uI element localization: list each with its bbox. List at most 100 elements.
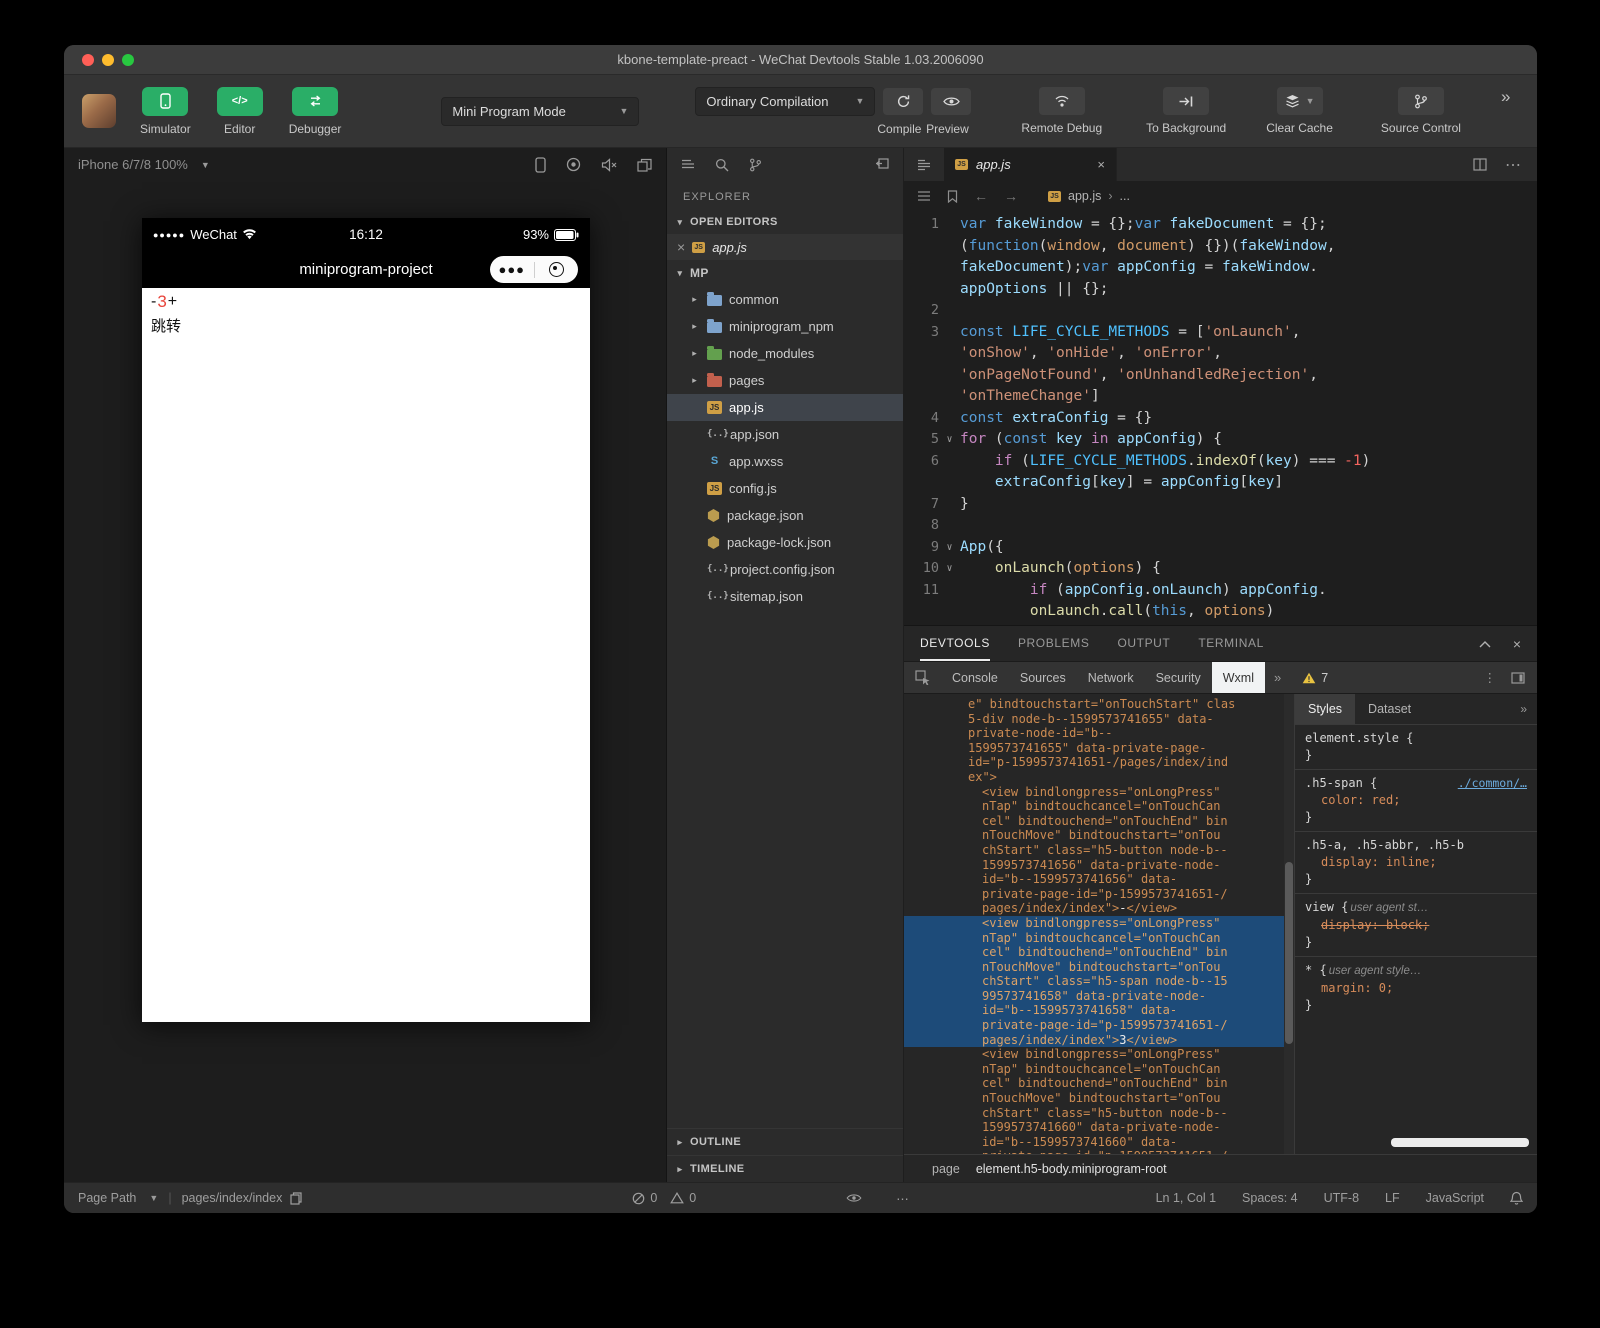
bookmark-icon[interactable] [947,190,958,203]
outline-section[interactable]: ▸ OUTLINE [667,1128,903,1155]
wxml-line[interactable]: chStart" class="h5-span node-b--15 [904,974,1284,989]
more-style-tabs-icon[interactable]: » [1520,694,1537,724]
chrome-tab-network[interactable]: Network [1077,662,1145,693]
compilation-dropdown[interactable]: Ordinary Compilation ▼ [695,87,875,116]
styles-horizontal-scrollbar[interactable] [1391,1138,1529,1147]
close-tab-icon[interactable]: × [1097,157,1105,172]
more-actions-icon[interactable]: ⋯ [1505,155,1521,175]
status-more-icon[interactable]: ⋯ [896,1191,909,1206]
wxml-line[interactable]: <view bindlongpress="onLongPress" [904,916,1284,931]
tree-item-node_modules[interactable]: ▸node_modules [667,340,903,367]
wxml-line[interactable]: <view bindlongpress="onLongPress" [904,785,1284,800]
warning-badge[interactable]: 7 [1302,662,1328,693]
clear-cache-button[interactable]: ▼ Clear Cache [1266,87,1333,135]
jump-link[interactable]: 跳转 [151,315,581,336]
close-icon[interactable]: × [677,239,685,255]
tree-item-app.json[interactable]: {..}app.json [667,421,903,448]
wxml-line[interactable]: private-node-id="b-- [904,726,1284,741]
problems-indicator[interactable]: 0 0 [632,1191,696,1205]
page-path-selector[interactable]: Page Path ▼ [78,1191,158,1205]
tree-item-package.json[interactable]: package.json [667,502,903,529]
wxml-line[interactable]: pages/index/index">3</view> [904,1033,1284,1048]
back-icon[interactable]: ← [974,188,988,204]
crumb-element[interactable]: element.h5-body.miniprogram-root [976,1162,1167,1176]
tree-item-sitemap.json[interactable]: {..}sitemap.json [667,583,903,610]
chrome-tab-security[interactable]: Security [1145,662,1212,693]
code-editor[interactable]: 1var fakeWindow = {};var fakeDocument = … [904,211,1537,625]
tree-item-miniprogram_npm[interactable]: ▸miniprogram_npm [667,313,903,340]
dock-side-icon[interactable] [1511,672,1525,684]
source-control-button[interactable]: Source Control [1381,87,1461,135]
tree-item-app.wxss[interactable]: Sapp.wxss [667,448,903,475]
open-editors-section[interactable]: ▾ OPEN EDITORS [667,210,903,234]
close-panel-icon[interactable]: × [1513,636,1521,652]
menu-icon[interactable] [917,190,931,202]
tree-item-package-lock.json[interactable]: package-lock.json [667,529,903,556]
tree-item-app.js[interactable]: JSapp.js [667,394,903,421]
kebab-icon[interactable]: ⋮ [1484,670,1497,685]
files-icon[interactable] [681,158,695,171]
wxml-line[interactable]: 1599573741655" data-private-page- [904,741,1284,756]
record-icon[interactable] [566,157,581,172]
device-selector[interactable]: iPhone 6/7/8 100% ▼ [78,157,210,172]
simulator-toggle[interactable]: Simulator [140,87,191,136]
chrome-tab-wxml[interactable]: Wxml [1212,662,1265,693]
debugger-toggle[interactable]: Debugger [289,87,342,136]
capsule-more-button[interactable]: ●●● [490,265,534,275]
preview-button[interactable] [931,88,971,115]
open-editor-item[interactable]: × JS app.js [667,234,903,260]
wxml-line[interactable]: chStart" class="h5-button node-b-- [904,843,1284,858]
wxml-line[interactable]: cel" bindtouchend="onTouchEnd" bin [904,945,1284,960]
close-window-button[interactable] [82,54,94,66]
chrome-tab-sources[interactable]: Sources [1009,662,1077,693]
to-background-button[interactable]: To Background [1146,87,1226,135]
wxml-line[interactable]: 1599573741660" data-private-node- [904,1120,1284,1135]
minimize-window-button[interactable] [102,54,114,66]
wxml-line[interactable]: private-page-id="p-1599573741651-/ [904,1018,1284,1033]
remote-debug-button[interactable]: Remote Debug [1021,87,1102,135]
devtools-tab-output[interactable]: OUTPUT [1117,626,1170,661]
avatar[interactable] [82,94,116,128]
compile-button[interactable] [883,88,923,115]
wxml-line[interactable]: nTouchMove" bindtouchstart="onTou [904,828,1284,843]
wxml-line[interactable]: nTap" bindtouchcancel="onTouchCan [904,799,1284,814]
wxml-line[interactable]: 5-div node-b--1599573741655" data- [904,712,1284,727]
editor-layout-icon[interactable] [904,148,944,181]
devtools-tab-devtools[interactable]: DEVTOOLS [920,626,990,661]
zoom-window-button[interactable] [122,54,134,66]
multi-window-icon[interactable] [637,158,652,172]
mode-dropdown[interactable]: Mini Program Mode ▼ [441,97,639,126]
search-icon[interactable] [715,158,729,172]
wxml-line[interactable]: private-page-id="p-1599573741651-/ [904,887,1284,902]
wxml-line[interactable]: chStart" class="h5-button node-b-- [904,1106,1284,1121]
wxml-line[interactable]: e" bindtouchstart="onTouchStart" clas [904,697,1284,712]
wxml-line[interactable]: nTouchMove" bindtouchstart="onTou [904,1091,1284,1106]
devtools-tab-problems[interactable]: PROBLEMS [1018,626,1090,661]
indentation[interactable]: Spaces: 4 [1242,1191,1298,1205]
wxml-line[interactable]: 1599573741656" data-private-node- [904,858,1284,873]
toolbar-overflow-icon[interactable]: » [1501,87,1510,107]
encoding[interactable]: UTF-8 [1324,1191,1359,1205]
split-editor-icon[interactable] [1473,158,1487,171]
tree-item-pages[interactable]: ▸pages [667,367,903,394]
styles-tab-styles[interactable]: Styles [1295,694,1355,724]
css-rule[interactable]: .h5-a, .h5-abbr, .h5-bdisplay: inline;} [1295,831,1537,893]
tab-app-js[interactable]: JS app.js × [944,148,1117,181]
css-rule[interactable]: view {user agent st…display: block;} [1295,893,1537,956]
styles-tab-dataset[interactable]: Dataset [1355,694,1424,724]
tree-item-config.js[interactable]: JSconfig.js [667,475,903,502]
inspect-element-icon[interactable] [904,662,941,693]
wxml-line[interactable]: id="b--1599573741656" data- [904,872,1284,887]
wxml-line[interactable]: cel" bindtouchend="onTouchEnd" bin [904,1076,1284,1091]
wxml-line[interactable]: id="b--1599573741660" data- [904,1135,1284,1150]
wxml-line[interactable]: 99573741658" data-private-node- [904,989,1284,1004]
wxml-line[interactable]: cel" bindtouchend="onTouchEnd" bin [904,814,1284,829]
watch-icon[interactable] [846,1193,862,1203]
project-root-section[interactable]: ▾ MP [667,260,903,286]
wxml-line[interactable]: <view bindlongpress="onLongPress" [904,1047,1284,1062]
mute-icon[interactable] [601,158,617,172]
collapse-editors-icon[interactable] [875,158,889,171]
wxml-line[interactable]: nTouchMove" bindtouchstart="onTou [904,960,1284,975]
rotate-device-icon[interactable] [535,157,546,173]
tree-item-common[interactable]: ▸common [667,286,903,313]
